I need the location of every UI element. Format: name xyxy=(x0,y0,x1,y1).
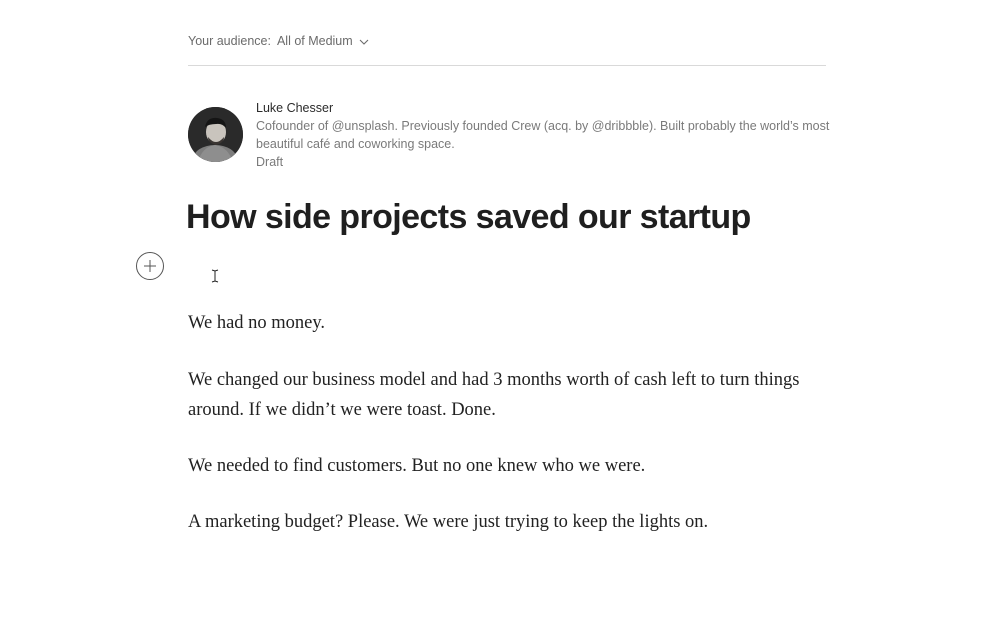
paragraph[interactable]: We had no money. xyxy=(188,308,828,338)
paragraph[interactable]: We needed to find customers. But no one … xyxy=(188,451,828,481)
post-title[interactable]: How side projects saved our startup xyxy=(186,198,751,237)
audience-selector: Your audience: All of Medium xyxy=(188,31,826,51)
audience-label: Your audience: xyxy=(188,34,271,48)
author-info: Luke Chesser Cofounder of @unsplash. Pre… xyxy=(256,99,831,171)
avatar[interactable] xyxy=(188,107,243,162)
author-bio: Cofounder of @unsplash. Previously found… xyxy=(256,119,830,151)
chevron-down-icon xyxy=(359,36,369,46)
paragraph[interactable]: We changed our business model and had 3 … xyxy=(188,365,828,425)
audience-dropdown[interactable]: All of Medium xyxy=(277,34,369,48)
plus-circle-icon xyxy=(144,260,156,272)
paragraph[interactable]: A marketing budget? Please. We were just… xyxy=(188,507,828,537)
text-cursor-icon xyxy=(210,269,220,283)
author-name[interactable]: Luke Chesser xyxy=(256,99,831,117)
post-status: Draft xyxy=(256,155,284,169)
add-content-button[interactable] xyxy=(136,252,164,280)
audience-value: All of Medium xyxy=(276,34,353,48)
header-divider xyxy=(188,65,826,66)
